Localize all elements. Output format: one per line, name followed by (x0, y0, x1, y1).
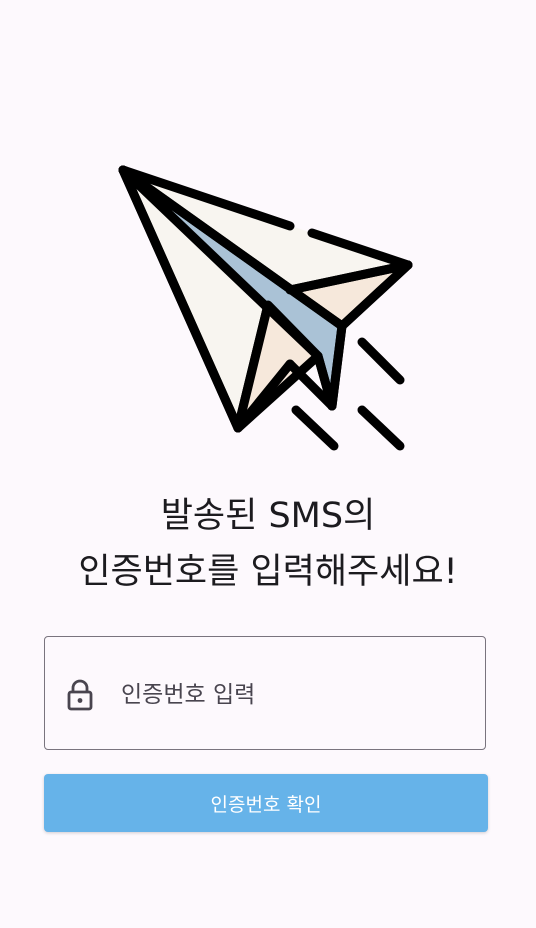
verification-code-field[interactable] (44, 636, 486, 750)
verification-code-input[interactable] (121, 675, 461, 715)
title-line-2: 인증번호를 입력해주세요! (78, 552, 458, 592)
paper-plane-illustration (100, 150, 430, 460)
confirm-code-button[interactable]: 인증번호 확인 (44, 774, 488, 832)
page-title: 발송된 SMS의 인증번호를 입력해주세요! (0, 488, 536, 600)
paper-plane-icon (118, 165, 413, 451)
title-line-1: 발송된 SMS의 (160, 496, 376, 536)
lock-icon (67, 679, 93, 711)
